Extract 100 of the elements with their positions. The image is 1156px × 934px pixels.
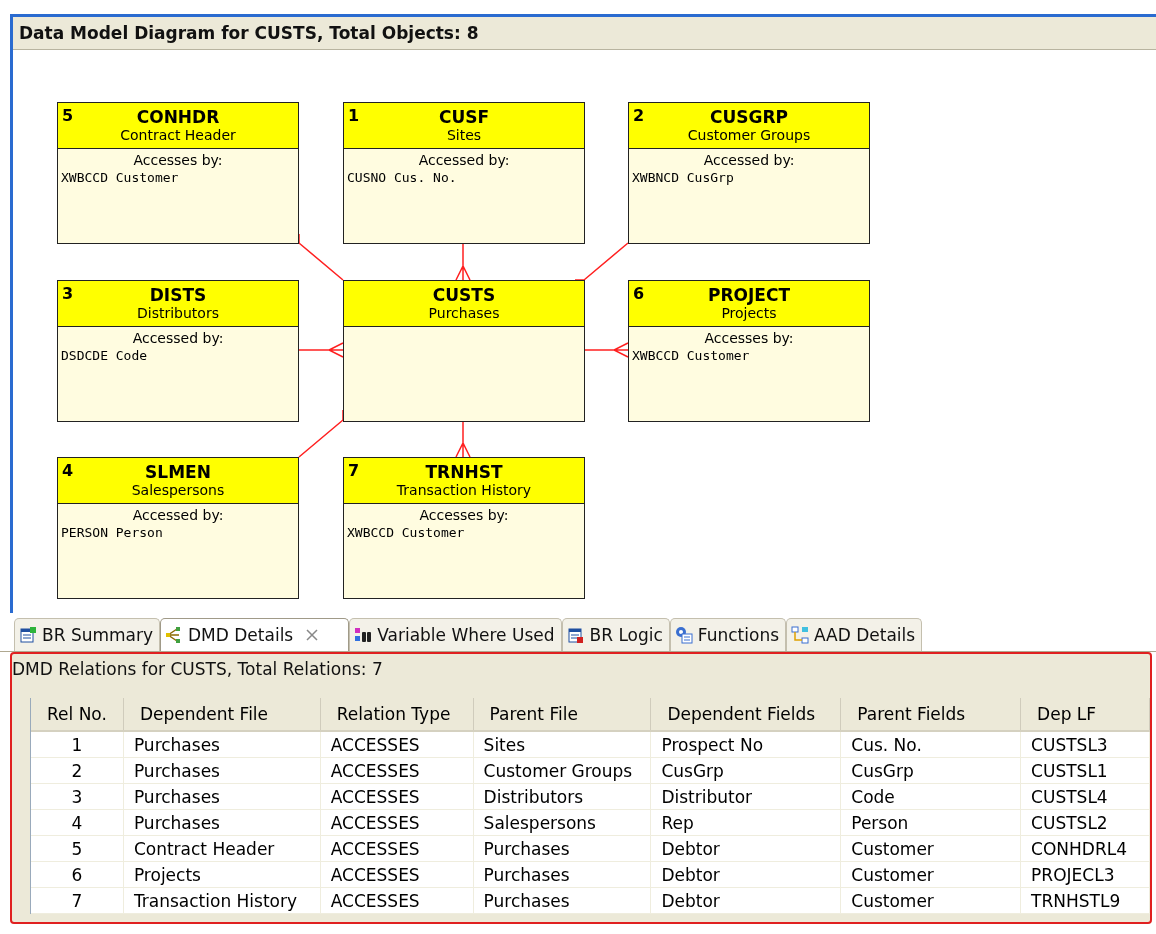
entity-number: 3 [62,284,74,303]
diagram-icon [791,626,809,644]
column-header[interactable]: Relation Type [320,698,474,730]
access-label: Accesses by: [133,151,223,169]
table-cell: Purchases [123,810,321,836]
binoculars-icon [354,626,373,644]
table-cell: CUSTSL3 [1021,732,1150,758]
relation-connector [583,342,629,358]
tab[interactable]: Functions [669,618,786,651]
table-cell: Debtor [651,836,842,862]
table-cell: CUSTSL2 [1021,810,1150,836]
table-cell: Distributors [473,784,652,810]
close-icon[interactable] [306,629,319,641]
entity-number: 4 [62,461,74,480]
gear-icon [674,626,693,644]
tab[interactable]: BR Summary [14,618,161,651]
table-cell: 7 [31,888,124,914]
table-cell: Cus. No. [841,732,1022,758]
entity-box[interactable]: 4 SLMEN Salespersons Accessed by: PERSON Person [57,457,299,599]
table-cell: ACCESSES [320,784,474,810]
entity-number: 2 [633,106,645,125]
table-cell: Code [841,784,1022,810]
table-cell: Customer Groups [473,758,652,784]
entity-name: CUSTS [432,285,496,305]
entity-name: CUSGRP [710,107,788,127]
table-cell: ACCESSES [320,810,474,836]
table-cell: Salespersons [473,810,652,836]
table-cell: PROJECL3 [1021,862,1150,888]
table-cell: Rep [651,810,842,836]
column-header[interactable]: Dep LF [1021,698,1150,730]
access-label: Accessed by: [418,151,510,169]
entity-box[interactable]: 2 CUSGRP Customer Groups Accessed by: XWBNCD CusGrp [628,102,870,244]
relation-connector [455,242,471,281]
access-label: Accessed by: [132,329,224,347]
table-cell: Purchases [473,888,652,914]
table-cell: Customer [841,862,1022,888]
table-cell: Prospect No [651,732,842,758]
table-cell: CONHDRL4 [1021,836,1150,862]
table-cell: Purchases [473,836,652,862]
entity-description: Customer Groups [687,127,811,143]
entity-name: TRNHST [425,462,503,482]
entity-description: Purchases [428,305,500,321]
access-field: XWBCCD Customer [58,169,298,187]
access-field: DSDCDE Code [58,347,298,365]
table-cell: Purchases [123,732,321,758]
access-field: XWBCCD Customer [629,347,869,365]
entity-description: Projects [721,305,777,321]
entity-box[interactable]: 6 PROJECT Projects Accesses by: XWBCCD Customer [628,280,870,422]
entity-name: PROJECT [708,285,790,305]
entity-description: Contract Header [120,127,236,143]
entity-box[interactable]: 1 CUSF Sites Accessed by: CUSNO Cus. No. [343,102,585,244]
entity-number: 7 [348,461,360,480]
access-field: XWBNCD CusGrp [629,169,869,187]
entity-description: Sites [446,127,482,143]
table-cell: ACCESSES [320,732,474,758]
entity-name: DISTS [149,285,207,305]
table-cell: Customer [841,836,1022,862]
table-cell: Debtor [651,862,842,888]
relation-connector [298,342,344,358]
access-label: Accessed by: [132,506,224,524]
diagram-title: Data Model Diagram for CUSTS, Total Objects: 8 [13,17,1156,50]
entity-description: Salespersons [131,482,225,498]
table-cell: 4 [31,810,124,836]
table-cell: 5 [31,836,124,862]
table-cell: ACCESSES [320,758,474,784]
table-cell: 3 [31,784,124,810]
table-cell: 1 [31,732,124,758]
column-header[interactable]: Parent Fields [841,698,1022,730]
access-label: Accesses by: [704,329,794,347]
entity-box[interactable]: CUSTS Purchases [343,280,585,422]
column-header[interactable]: Dependent Fields [651,698,842,730]
access-label: Accesses by: [419,506,509,524]
column-header[interactable]: Dependent File [123,698,321,730]
tab[interactable]: Variable Where Used [349,618,562,651]
entity-name: CUSF [438,107,490,127]
table-cell: CUSTSL4 [1021,784,1150,810]
tab[interactable]: BR Logic [561,618,670,651]
entity-number: 5 [62,106,74,125]
access-field: CUSNO Cus. No. [344,169,584,187]
column-header[interactable]: Rel No. [31,698,124,730]
table-cell: Sites [473,732,652,758]
table-cell: ACCESSES [320,862,474,888]
tab[interactable]: AAD Details [786,618,923,651]
access-field: XWBCCD Customer [344,524,584,542]
table-cell: Contract Header [123,836,321,862]
table-cell: Customer [841,888,1022,914]
table-cell: Purchases [123,758,321,784]
access-label: Accessed by: [703,151,795,169]
entity-box[interactable]: 7 TRNHST Transaction History Accesses by: XWBCCD Customer [343,457,585,599]
column-header[interactable]: Parent File [473,698,652,730]
table-icon [19,626,37,644]
table-cell: CusGrp [651,758,842,784]
entity-box[interactable]: 3 DISTS Distributors Accessed by: DSDCDE Code [57,280,299,422]
entity-number: 1 [348,106,360,125]
entity-description: Distributors [137,305,219,321]
table-cell: TRNHSTL9 [1021,888,1150,914]
relations-title: DMD Relations for CUSTS, Total Relations: 7 [12,658,384,681]
table-cell: Debtor [651,888,842,914]
entity-box[interactable]: 5 CONHDR Contract Header Accesses by: XWBCCD Customer [57,102,299,244]
tab[interactable]: DMD Details [160,618,350,651]
